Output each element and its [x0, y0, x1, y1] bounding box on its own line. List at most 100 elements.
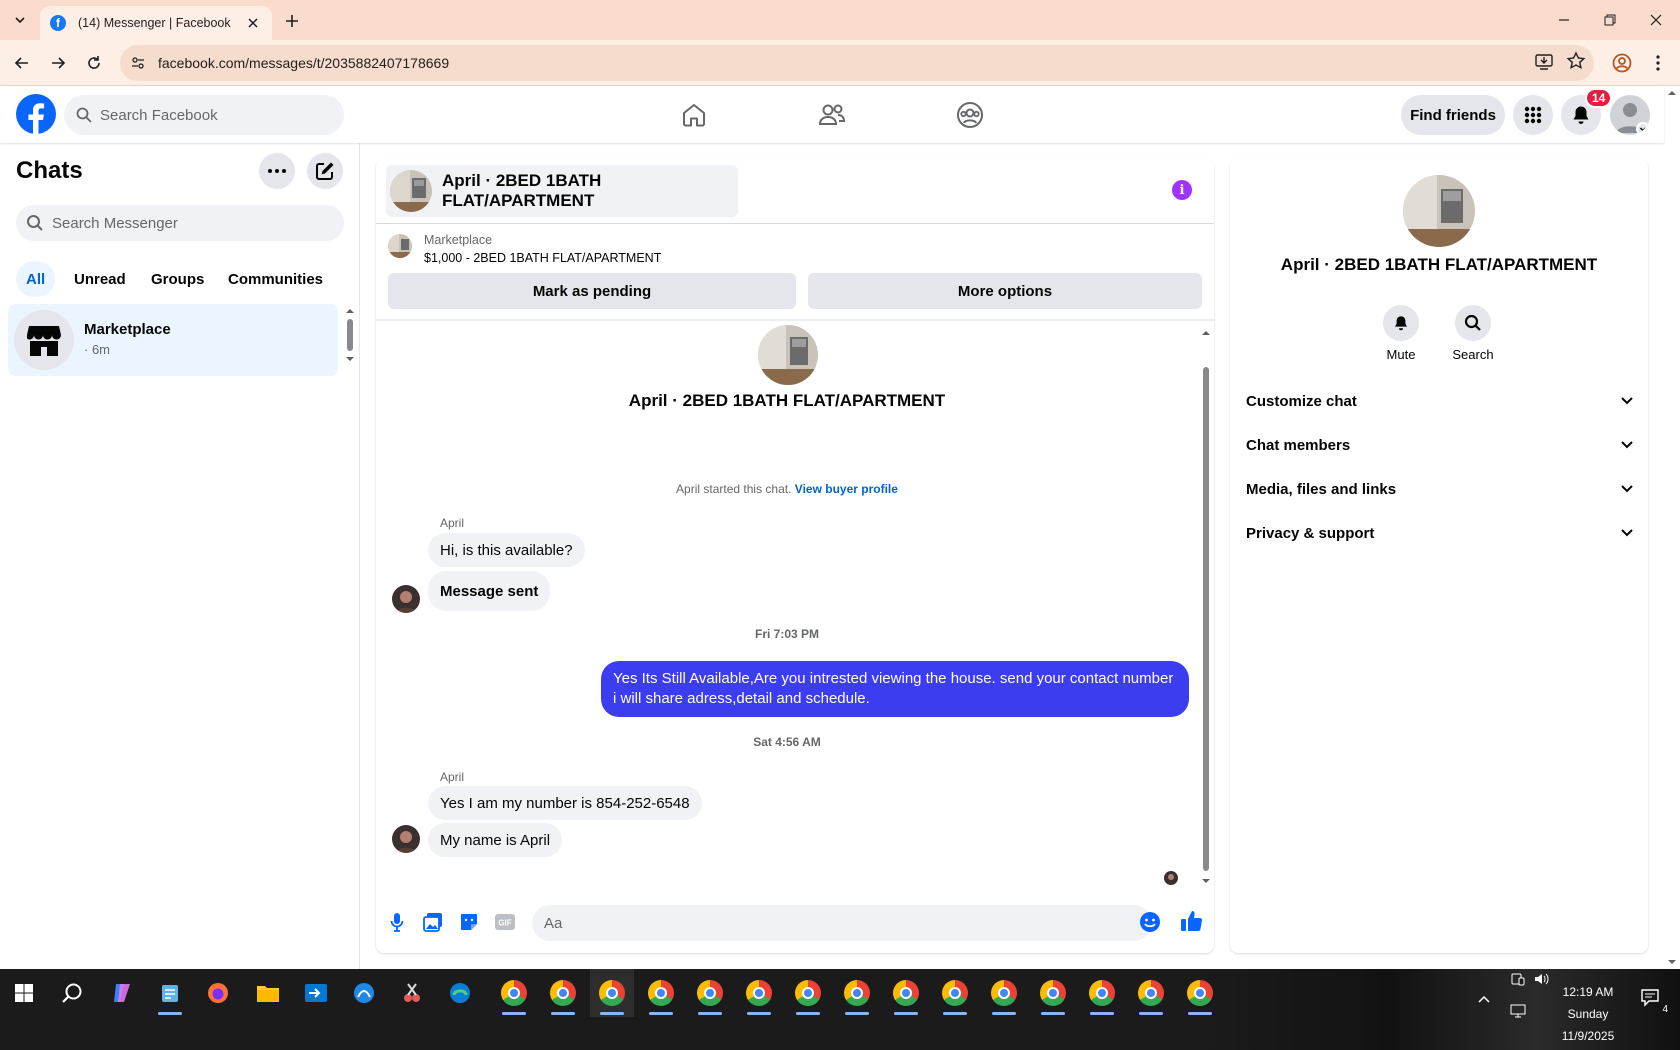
- listing-title[interactable]: $1,000 - 2BED 1BATH FLAT/APARTMENT: [424, 251, 661, 265]
- taskbar-chrome-profile-13[interactable]: [1080, 969, 1124, 1017]
- section-media-files-links[interactable]: Media, files and links: [1246, 469, 1638, 509]
- bookmark-star-icon[interactable]: [1566, 51, 1586, 71]
- outgoing-message[interactable]: Yes Its Still Available,Are you intreste…: [601, 661, 1189, 717]
- voice-clip-button[interactable]: [386, 911, 408, 933]
- taskbar-firefox[interactable]: [196, 969, 240, 1017]
- taskbar-chrome-profile-11[interactable]: [982, 969, 1026, 1017]
- taskbar-chrome-profile-5[interactable]: [688, 969, 732, 1017]
- network-button[interactable]: [1506, 999, 1530, 1023]
- taskbar-file-explorer[interactable]: [246, 969, 290, 1017]
- sender-avatar[interactable]: [392, 825, 420, 853]
- filter-all[interactable]: All: [16, 261, 56, 297]
- sticker-button[interactable]: [458, 911, 480, 933]
- filter-communities[interactable]: Communities: [218, 261, 333, 297]
- section-chat-members[interactable]: Chat members: [1246, 425, 1638, 465]
- page-scrollbar[interactable]: [1664, 86, 1680, 969]
- find-friends-button[interactable]: Find friends: [1401, 95, 1505, 135]
- forward-button[interactable]: [44, 49, 72, 77]
- chats-scrollbar[interactable]: [344, 305, 356, 365]
- tab-search-button[interactable]: [8, 8, 32, 32]
- taskbar-chrome-profile-9[interactable]: [884, 969, 928, 1017]
- section-privacy-support[interactable]: Privacy & support: [1246, 513, 1638, 553]
- details-avatar[interactable]: [1403, 175, 1475, 247]
- browser-tab-messenger[interactable]: f (14) Messenger | Facebook: [40, 6, 272, 40]
- back-button[interactable]: [8, 49, 36, 77]
- section-customize-chat[interactable]: Customize chat: [1246, 381, 1638, 421]
- taskbar-clock[interactable]: 12:19 AM Sunday 11/9/2025: [1548, 981, 1628, 1047]
- filter-groups[interactable]: Groups: [141, 261, 214, 297]
- browser-profile-button[interactable]: [1608, 49, 1636, 77]
- nav-friends[interactable]: [776, 90, 888, 140]
- chats-options-button[interactable]: [259, 153, 295, 189]
- profile-photo-icon: [392, 585, 420, 613]
- incoming-message[interactable]: My name is April: [428, 823, 563, 857]
- notification-center-count: 4: [1662, 1004, 1668, 1015]
- new-tab-button[interactable]: [280, 9, 304, 33]
- more-options-button[interactable]: More options: [808, 273, 1202, 309]
- tray-device-icon-button[interactable]: [1506, 967, 1530, 991]
- incoming-message[interactable]: Yes I am my number is 854-252-6548: [428, 786, 702, 820]
- facebook-search-input[interactable]: Search Facebook: [64, 95, 344, 135]
- account-avatar[interactable]: [1610, 95, 1650, 135]
- show-hidden-icons-button[interactable]: [1470, 985, 1498, 1013]
- taskbar-copilot[interactable]: [100, 969, 144, 1017]
- install-app-icon[interactable]: [1534, 51, 1554, 71]
- incoming-message[interactable]: Hi, is this available?: [428, 533, 585, 567]
- attach-media-button[interactable]: [422, 911, 444, 933]
- menu-button[interactable]: [1513, 95, 1553, 135]
- taskbar-chrome-profile-3[interactable]: [590, 969, 634, 1017]
- taskbar-chrome-profile-6[interactable]: [737, 969, 781, 1017]
- taskbar-chrome-profile-7[interactable]: [786, 969, 830, 1017]
- taskbar-chrome-profile-8[interactable]: [835, 969, 879, 1017]
- nav-groups[interactable]: [914, 90, 1026, 140]
- start-button[interactable]: [0, 969, 48, 1017]
- search-action[interactable]: Search: [1443, 305, 1503, 362]
- search-button[interactable]: [1455, 305, 1491, 341]
- filter-unread[interactable]: Unread: [64, 261, 136, 297]
- clock-day: Sunday: [1567, 1007, 1609, 1021]
- gif-button[interactable]: GIF: [494, 911, 516, 933]
- taskbar-chrome-profile-14[interactable]: [1129, 969, 1173, 1017]
- sender-avatar[interactable]: [392, 585, 420, 613]
- thread-scrollbar[interactable]: [1200, 327, 1212, 887]
- thread-avatar[interactable]: [758, 325, 818, 385]
- taskbar-app-blue[interactable]: [342, 969, 386, 1017]
- messenger-search-input[interactable]: Search Messenger: [16, 205, 344, 241]
- reload-button[interactable]: [80, 49, 108, 77]
- mute-button[interactable]: [1383, 305, 1419, 341]
- taskbar-chrome-profile-1[interactable]: [492, 969, 536, 1017]
- taskbar-chrome-profile-10[interactable]: [933, 969, 977, 1017]
- window-close-button[interactable]: [1633, 0, 1679, 40]
- minimize-button[interactable]: [1541, 0, 1587, 40]
- facebook-logo[interactable]: [16, 94, 56, 134]
- incoming-message[interactable]: Message sent: [428, 571, 551, 611]
- home-icon: [683, 104, 705, 127]
- new-message-button[interactable]: [307, 153, 343, 189]
- mark-as-pending-button[interactable]: Mark as pending: [388, 273, 796, 309]
- taskbar-chrome-profile-4[interactable]: [639, 969, 683, 1017]
- conversation-header[interactable]: April · 2BED 1BATH FLAT/APARTMENT: [386, 165, 738, 217]
- taskbar-edge[interactable]: [438, 969, 482, 1017]
- mute-action[interactable]: Mute: [1371, 305, 1431, 362]
- taskbar-chrome-profile-12[interactable]: [1031, 969, 1075, 1017]
- taskbar-app-snip[interactable]: [390, 969, 434, 1017]
- restore-button[interactable]: [1587, 0, 1633, 40]
- message-input[interactable]: Aa: [532, 905, 1152, 941]
- view-buyer-profile-link[interactable]: View buyer profile: [795, 482, 898, 496]
- taskbar-chrome-profile-2[interactable]: [541, 969, 585, 1017]
- emoji-button[interactable]: [1139, 911, 1161, 933]
- nav-home[interactable]: [638, 90, 750, 140]
- taskbar-chrome-profile-15[interactable]: [1178, 969, 1222, 1017]
- tab-close-button[interactable]: [244, 14, 262, 32]
- send-like-button[interactable]: [1180, 909, 1204, 933]
- chat-list-item-marketplace[interactable]: Marketplace · 6m: [8, 304, 338, 376]
- notification-center-button[interactable]: 4: [1632, 983, 1672, 1015]
- address-bar[interactable]: facebook.com/messages/t/2035882407178669: [120, 45, 1594, 81]
- site-info-icon[interactable]: [130, 55, 146, 71]
- conversation-info-button[interactable]: i: [1172, 180, 1192, 200]
- browser-menu-button[interactable]: [1644, 49, 1672, 77]
- taskbar-app-notepad[interactable]: [148, 969, 192, 1017]
- listing-thumbnail[interactable]: [388, 234, 412, 258]
- taskbar-search-button[interactable]: [50, 969, 94, 1017]
- taskbar-app-sideways[interactable]: [294, 969, 338, 1017]
